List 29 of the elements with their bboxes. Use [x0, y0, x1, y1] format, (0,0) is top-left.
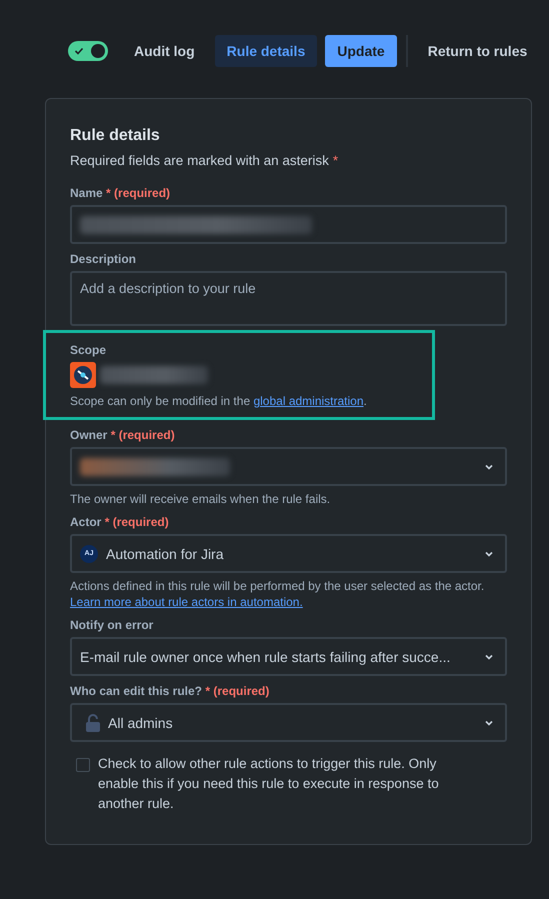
field-label: Name * (required): [70, 186, 172, 200]
update-button[interactable]: Update: [325, 35, 397, 67]
checkbox-label: Check to allow other rule actions to trigger this rule. Only enable this if you need this rule to execute in response to another rule.: [98, 755, 440, 813]
field-label: Scope: [70, 343, 108, 357]
select-field[interactable]: [70, 447, 507, 486]
card-title: Rule details: [70, 127, 161, 145]
help-text: The owner will receive emails when the rule fails.: [70, 491, 332, 507]
description-field[interactable]: Add a description to your rule: [70, 271, 507, 326]
lock-icon: [86, 714, 100, 732]
field-label: Owner * (required): [70, 428, 176, 442]
select-field[interactable]: All admins: [70, 703, 507, 742]
rule-details-tab[interactable]: Rule details: [214, 35, 318, 67]
checkbox[interactable]: [76, 758, 90, 772]
check-icon: [74, 46, 84, 56]
required-note: Required fields are marked with an asterisk *: [70, 153, 340, 168]
field-label: Actor * (required): [70, 515, 170, 529]
help-text: Actions defined in this rule will be performed by the user selected as the actor. Learn more about rule actors in automation.: [70, 578, 486, 610]
audit-log-link[interactable]: Audit log: [134, 43, 195, 59]
return-to-rules-link[interactable]: Return to rules: [428, 43, 528, 59]
name-field[interactable]: [70, 205, 507, 244]
global-administration-link[interactable]: global administration: [253, 394, 364, 408]
project-icon: [70, 362, 96, 388]
field-label: Who can edit this rule? * (required): [70, 684, 270, 698]
select-field[interactable]: E-mail rule owner once when rule starts failing after succe...: [70, 637, 507, 676]
help-text: Scope can only be modified in the global administration.: [70, 393, 368, 409]
field-label: Description: [70, 252, 138, 266]
field-label: Notify on error: [70, 618, 154, 632]
learn-more-link[interactable]: Learn more about rule actors in automation.: [70, 595, 303, 609]
audit-toggle[interactable]: [68, 41, 108, 61]
